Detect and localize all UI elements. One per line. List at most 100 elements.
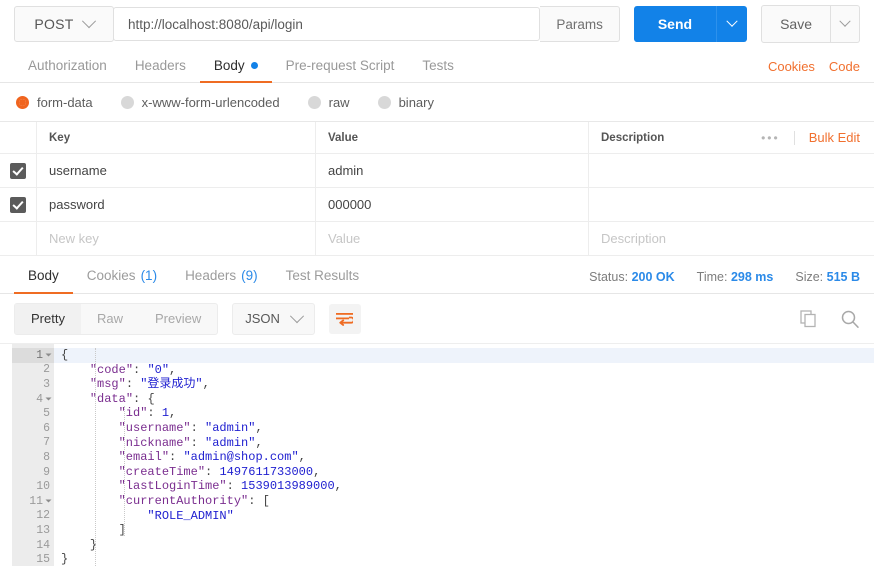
row-value-input[interactable]: 000000: [316, 188, 589, 221]
code-line: "email": "admin@shop.com",: [118, 450, 306, 465]
body-type-radio-group: form-data x-www-form-urlencoded raw bina…: [0, 83, 874, 121]
line-number: 14: [36, 538, 50, 552]
row-description-input[interactable]: [589, 154, 874, 187]
save-options-button[interactable]: [831, 5, 860, 43]
response-tab-label: Cookies: [86, 268, 136, 283]
save-button[interactable]: Save: [761, 5, 831, 43]
body-type-binary[interactable]: binary: [377, 94, 434, 110]
view-mode-preview[interactable]: Preview: [139, 304, 217, 334]
tab-pre-request-script[interactable]: Pre-request Script: [272, 49, 409, 83]
send-button[interactable]: Send: [633, 6, 717, 42]
row-value-input[interactable]: admin: [316, 154, 589, 187]
new-row-value-placeholder: Value: [328, 231, 361, 246]
save-button-group: Save: [761, 5, 860, 43]
bulk-edit-link[interactable]: Bulk Edit: [809, 130, 860, 145]
cookies-link[interactable]: Cookies: [768, 59, 815, 74]
indent-guide: [95, 348, 97, 566]
response-tab-label: Test Results: [285, 268, 360, 283]
more-options-icon[interactable]: •••: [761, 131, 780, 145]
response-format-selector[interactable]: JSON: [232, 302, 315, 335]
row-checkbox-cell: [0, 188, 37, 221]
table-header-actions: ••• Bulk Edit: [761, 122, 874, 153]
form-data-table: Key Value Description ••• Bulk Edit user…: [0, 121, 874, 256]
response-tab-headers[interactable]: Headers (9): [171, 259, 272, 294]
code-line: ]: [118, 523, 126, 538]
new-row-description-input[interactable]: Description: [589, 222, 874, 255]
code-line: "nickname": "admin",: [118, 435, 263, 450]
size-value: 515 B: [826, 270, 860, 284]
code-line: "currentAuthority": [: [118, 493, 270, 508]
row-value-text: admin: [328, 163, 364, 178]
request-url-bar: POST http://localhost:8080/api/login Par…: [0, 0, 874, 48]
search-icon: [841, 310, 859, 328]
tab-body[interactable]: Body: [199, 49, 272, 83]
response-toolbar: Pretty Raw Preview JSON: [0, 294, 874, 344]
body-type-label: raw: [328, 94, 350, 110]
modified-dot-icon: [250, 61, 258, 69]
header-checkbox-cell: [0, 122, 37, 153]
code-link[interactable]: Code: [829, 59, 860, 74]
chevron-down-icon: [726, 15, 738, 27]
status-badge: 200 OK: [631, 270, 675, 284]
response-tab-test-results[interactable]: Test Results: [272, 259, 374, 294]
body-type-label: binary: [398, 94, 434, 110]
row-key-text: username: [49, 163, 107, 178]
table-row: password 000000: [0, 188, 874, 222]
response-format-label: JSON: [245, 311, 280, 326]
radio-icon: [307, 95, 321, 109]
row-key-input[interactable]: password: [37, 188, 316, 221]
tab-headers[interactable]: Headers: [121, 49, 200, 83]
line-number: 2: [43, 363, 50, 377]
response-meta: Status: 200 OK Time: 298 ms Size: 515 B: [589, 270, 860, 293]
line-number: 5: [43, 407, 50, 421]
wrap-lines-button[interactable]: [328, 303, 361, 334]
column-header-value: Value: [316, 122, 589, 153]
row-key-text: password: [49, 197, 105, 212]
row-checkbox[interactable]: [10, 196, 26, 213]
tab-label: Authorization: [28, 57, 107, 73]
fold-toggle-icon[interactable]: [45, 353, 52, 357]
code-line: "lastLoginTime": 1539013989000,: [118, 479, 342, 494]
body-type-raw[interactable]: raw: [307, 94, 350, 110]
view-mode-label: Raw: [96, 311, 123, 326]
send-options-button[interactable]: [716, 6, 748, 42]
line-number: 1: [12, 348, 54, 363]
line-number: 12: [36, 509, 50, 523]
row-key-input[interactable]: username: [37, 154, 316, 187]
view-mode-raw[interactable]: Raw: [81, 304, 139, 334]
size-meta: Size: 515 B: [795, 270, 860, 284]
column-header-description: Description: [601, 131, 665, 144]
new-row-checkbox-cell: [0, 222, 37, 255]
body-type-form-data[interactable]: form-data: [16, 95, 93, 110]
status-meta: Status: 200 OK: [589, 270, 675, 284]
tab-authorization[interactable]: Authorization: [14, 49, 121, 83]
view-mode-pretty[interactable]: Pretty: [15, 303, 81, 334]
response-tab-cookies[interactable]: Cookies (1): [73, 259, 171, 294]
body-type-label: form-data: [37, 94, 93, 110]
time-label: Time:: [696, 270, 728, 284]
tab-tests[interactable]: Tests: [408, 49, 468, 83]
response-body-viewer[interactable]: 1 2 3 4 5 6 7 8 9 10 11 12 13 14 15 { "code": "0", "ms…: [0, 344, 874, 566]
fold-toggle-icon[interactable]: [45, 397, 52, 401]
table-header-row: Key Value Description ••• Bulk Edit: [0, 122, 874, 154]
new-row-key-placeholder: New key: [49, 231, 99, 246]
response-tab-body[interactable]: Body: [14, 259, 73, 294]
http-method-selector[interactable]: POST: [14, 6, 114, 42]
params-button[interactable]: Params: [540, 6, 620, 42]
url-input[interactable]: http://localhost:8080/api/login: [113, 7, 541, 41]
response-body-code[interactable]: { "code": "0", "msg": "登录成功", "data": { …: [54, 344, 874, 566]
new-row-value-input[interactable]: Value: [316, 222, 589, 255]
chevron-down-icon: [839, 15, 851, 27]
status-label: Status:: [589, 270, 629, 284]
new-row-key-input[interactable]: New key: [37, 222, 316, 255]
fold-toggle-icon[interactable]: [45, 499, 52, 503]
response-tab-label: Body: [28, 268, 59, 283]
code-line: "ROLE_ADMIN": [147, 508, 234, 523]
row-checkbox[interactable]: [10, 162, 26, 179]
body-type-x-www-form-urlencoded[interactable]: x-www-form-urlencoded: [120, 95, 280, 110]
search-button[interactable]: [840, 309, 860, 329]
new-row-description-placeholder: Description: [601, 231, 667, 246]
row-description-input[interactable]: [589, 188, 874, 221]
chevron-down-icon: [289, 308, 304, 323]
copy-button[interactable]: [800, 309, 818, 328]
